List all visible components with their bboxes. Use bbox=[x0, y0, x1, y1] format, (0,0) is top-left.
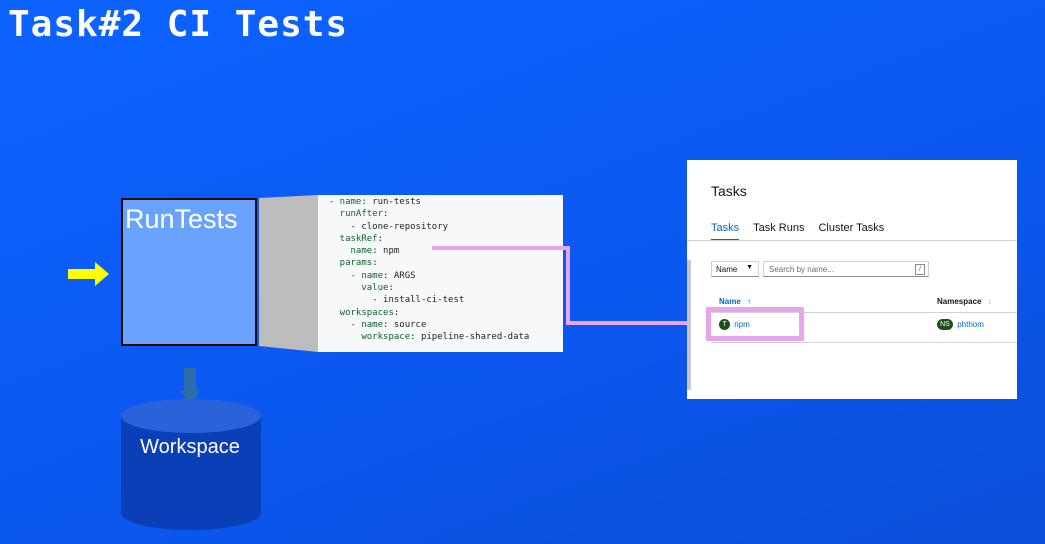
highlight-box bbox=[706, 307, 804, 341]
namespace-badge-icon: NS bbox=[937, 319, 953, 330]
slash-key-icon: / bbox=[915, 264, 925, 275]
column-header-name[interactable]: Name ↑ bbox=[719, 297, 751, 306]
tab-cluster-tasks[interactable]: Cluster Tasks bbox=[818, 222, 884, 241]
console-title: Tasks bbox=[711, 183, 747, 199]
tab-task-runs[interactable]: Task Runs bbox=[753, 222, 804, 241]
column-header-namespace-label: Namespace bbox=[937, 297, 982, 306]
namespace-link[interactable]: phthom bbox=[957, 320, 984, 329]
search-input[interactable]: Search by name... / bbox=[763, 261, 929, 277]
sort-up-icon: ↑ bbox=[747, 297, 752, 306]
filter-select[interactable]: Name ▼ bbox=[711, 261, 759, 277]
filter-select-label: Name bbox=[716, 265, 738, 274]
scrollbar[interactable] bbox=[687, 260, 691, 390]
column-header-name-label: Name bbox=[719, 297, 741, 306]
tab-tasks[interactable]: Tasks bbox=[711, 222, 740, 241]
tasks-console: Tasks Tasks Task Runs Cluster Tasks Name… bbox=[687, 160, 1017, 399]
column-header-namespace[interactable]: Namespace ↕ bbox=[937, 297, 992, 306]
table-row-divider bbox=[711, 342, 1017, 343]
table-row-namespace[interactable]: NS phthom bbox=[937, 319, 984, 330]
search-placeholder: Search by name... bbox=[769, 265, 834, 274]
tab-divider bbox=[687, 240, 1017, 241]
tab-bar: Tasks Task Runs Cluster Tasks bbox=[711, 222, 884, 241]
sort-icon: ↕ bbox=[987, 297, 992, 306]
caret-down-icon: ▼ bbox=[746, 264, 753, 271]
